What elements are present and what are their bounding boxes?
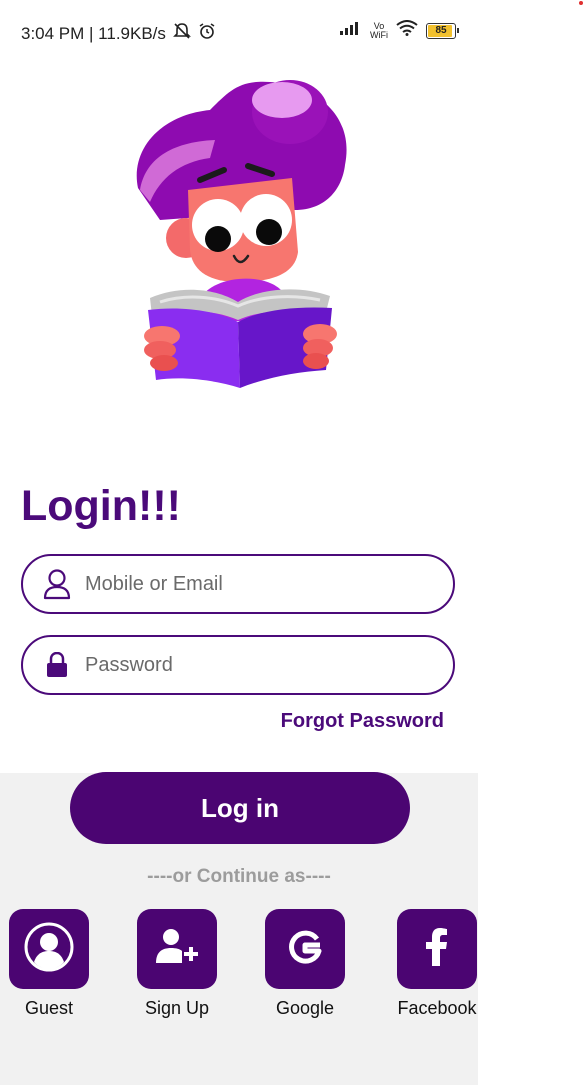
signup-button[interactable] [137,909,217,989]
guest-icon [23,921,75,978]
password-input[interactable] [83,652,427,678]
guest-label: Guest [24,998,74,1018]
facebook-button[interactable] [397,909,477,989]
google-button[interactable] [265,909,345,989]
password-field[interactable] [21,635,455,695]
notification-dot [579,1,583,5]
signup-label: Sign Up [144,998,210,1018]
signup-option[interactable]: Sign Up [137,909,217,1019]
google-label: Google [275,998,335,1018]
google-icon [287,929,323,970]
status-bar: 3:04 PM | 11.9KB/s Vo WiFi 85 [0,0,478,64]
alarm-icon [198,22,216,45]
vowifi-icon: Vo WiFi [370,20,388,40]
status-time-speed: 3:04 PM | 11.9KB/s [21,23,166,43]
facebook-option[interactable]: Facebook [397,909,477,1019]
signal-icon [340,21,362,40]
lock-icon [37,645,77,685]
guest-button[interactable] [9,909,89,989]
add-user-icon [154,927,200,972]
email-input[interactable] [83,571,427,597]
forgot-password-link[interactable]: Forgot Password [281,710,444,733]
battery-icon: 85 [426,22,459,39]
login-title: Login!!! [21,482,181,530]
wifi-icon [396,20,418,41]
email-field[interactable] [21,554,455,614]
facebook-icon [426,927,448,971]
app-screen: 3:04 PM | 11.9KB/s Vo WiFi 85 Login!!! M… [0,0,478,1085]
google-option[interactable]: Google [265,909,345,1019]
login-button[interactable]: Log in [70,772,410,844]
continue-divider: ----or Continue as---- [147,866,331,887]
bell-muted-icon [172,22,192,45]
facebook-label: Facebook [397,998,477,1018]
user-icon [37,564,77,604]
battery-level: 85 [435,25,447,36]
reading-girl-illustration [120,70,360,400]
guest-option[interactable]: Guest [9,909,89,1019]
